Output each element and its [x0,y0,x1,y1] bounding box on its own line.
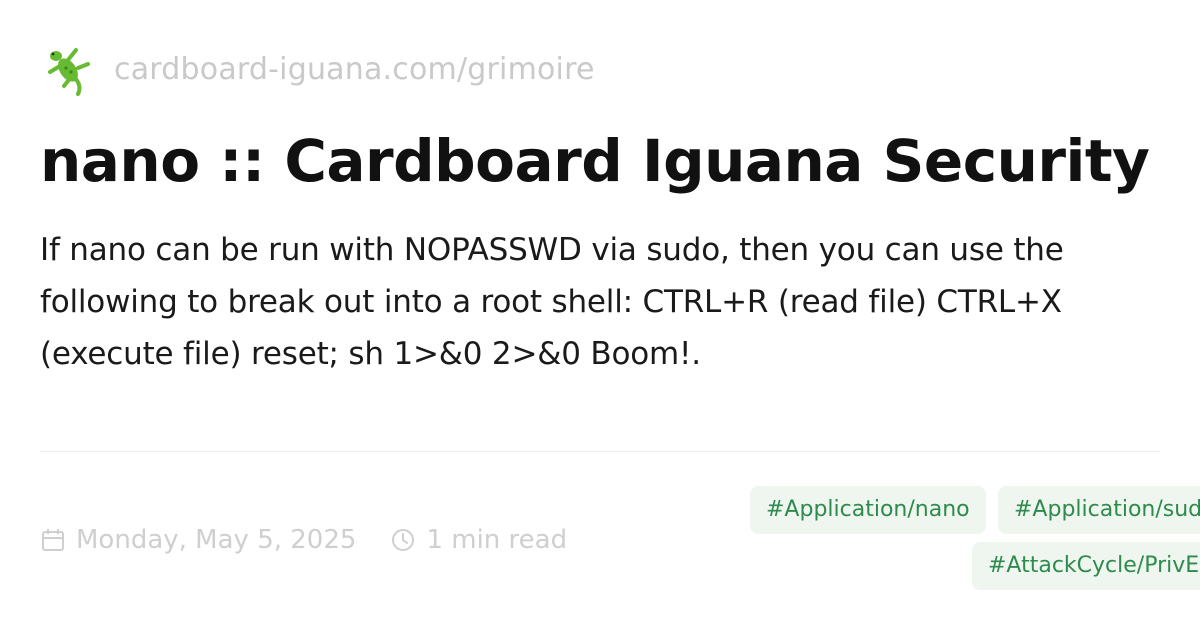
tag-attackcycle-privesc[interactable]: #AttackCycle/PrivEsc [972,542,1200,590]
post-date-text: Monday, May 5, 2025 [76,525,357,555]
read-time-text: 1 min read [426,525,568,555]
tag-list: #Application/nano #Application/sudo #Att… [750,486,1200,630]
tag-application-sudo[interactable]: #Application/sudo [998,486,1200,534]
divider [40,451,1160,452]
calendar-icon [40,527,66,553]
post-date: Monday, May 5, 2025 [40,525,356,555]
post-description: If nano can be run with NOPASSWD via sud… [40,232,1064,372]
post-meta: Monday, May 5, 2025 1 min read [40,516,567,564]
lizard-icon [42,42,98,98]
tag-application-nano[interactable]: #Application/nano [750,486,986,534]
page-title: nano :: Cardboard Iguana Security [40,127,1150,195]
clock-icon [390,527,416,553]
site-header: cardboard-iguana.com/grimoire [42,40,595,100]
read-time: 1 min read [390,525,567,555]
site-url[interactable]: cardboard-iguana.com/grimoire [114,55,595,85]
